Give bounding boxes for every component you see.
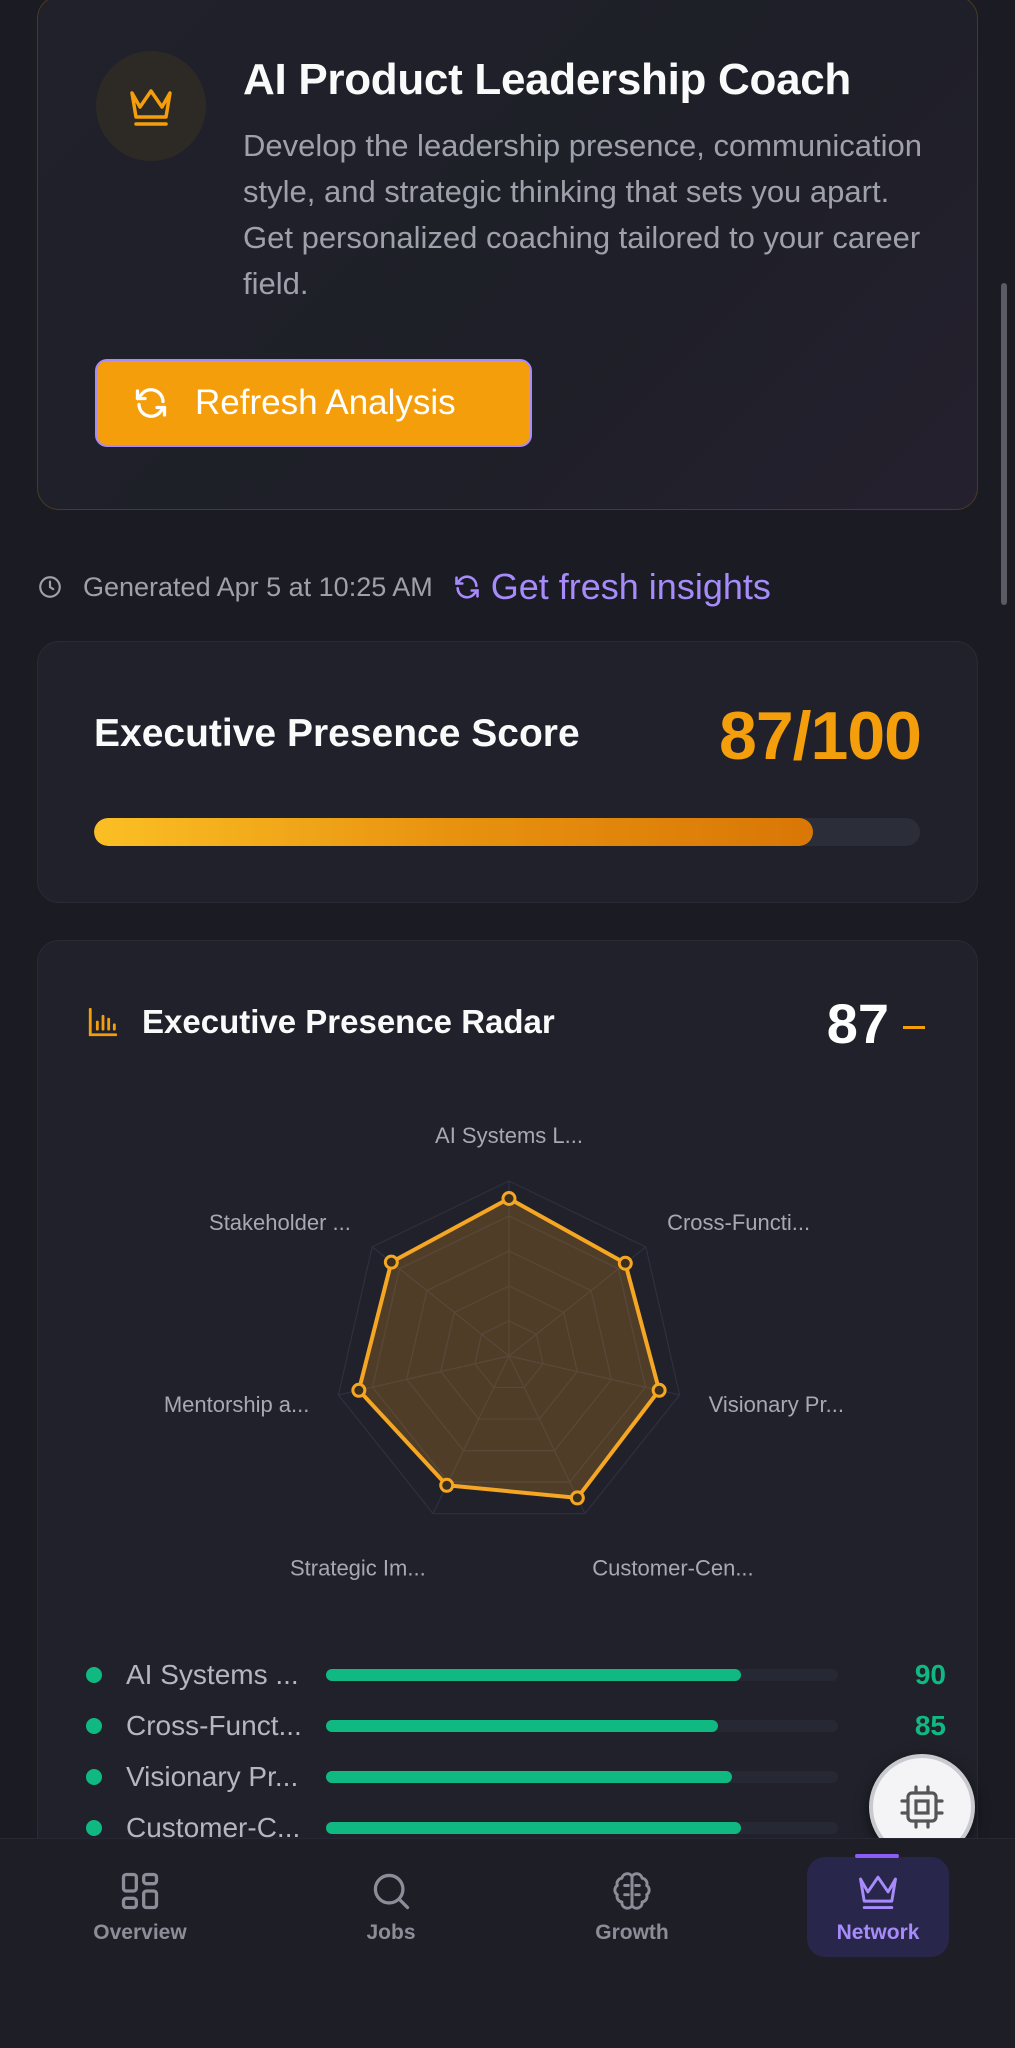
nav-growth-label: Growth (595, 1921, 669, 1944)
refresh-analysis-label: Refresh Analysis (195, 383, 456, 422)
radar-point (351, 1382, 367, 1398)
nav-growth[interactable]: Growth (562, 1857, 702, 1957)
radar-chart: AI Systems L... Cross-Functi... Visionary … (164, 1123, 844, 1581)
refresh-icon (135, 388, 167, 418)
skill-bar-track (326, 1668, 838, 1681)
status-dot (86, 1717, 102, 1734)
generated-timestamp: Generated Apr 5 at 10:25 AM (83, 571, 433, 602)
nav-jobs-label: Jobs (366, 1921, 416, 1944)
skill-row: AI Systems ... 90 (86, 1649, 946, 1700)
nav-network-label: Network (836, 1921, 920, 1944)
get-fresh-insights-link[interactable]: Get fresh insights (453, 566, 771, 608)
radar-axis-label: Cross-Functi... (667, 1210, 810, 1235)
radar-series-area (356, 1196, 662, 1500)
chip-icon (900, 1785, 944, 1829)
scrollbar[interactable] (1001, 283, 1007, 605)
skill-name: Visionary Pr... (126, 1760, 299, 1792)
status-dot (86, 1666, 102, 1683)
status-dot (86, 1819, 102, 1836)
skill-bar-track (326, 1719, 838, 1732)
skill-value: 90 (914, 1658, 946, 1690)
score-progress-bar (94, 818, 920, 846)
page-title: AI Product Leadership Coach (243, 55, 852, 104)
radar-point (383, 1254, 399, 1270)
hero-description: Develop the leadership presence, communi… (243, 128, 922, 301)
score-value: 87/100 (719, 698, 922, 774)
skill-name: AI Systems ... (126, 1658, 299, 1690)
skill-row: Cross-Funct... 85 (86, 1700, 946, 1751)
radar-point (501, 1191, 517, 1206)
nav-network[interactable]: Network (807, 1854, 949, 1957)
skill-bar-fill (326, 1668, 741, 1681)
nav-jobs[interactable]: Jobs (321, 1857, 461, 1957)
radar-axis-label: Customer-Cen... (592, 1556, 753, 1581)
skill-bar-fill (326, 1719, 718, 1732)
nav-overview[interactable]: Overview (70, 1857, 210, 1957)
refresh-analysis-button[interactable]: Refresh Analysis (95, 359, 532, 447)
get-fresh-insights-label: Get fresh insights (490, 566, 771, 607)
score-progress-fill (94, 818, 813, 846)
skill-value: 85 (914, 1709, 946, 1741)
skill-bar-track (326, 1821, 838, 1834)
radar-point (651, 1382, 667, 1398)
brain-icon (613, 1872, 651, 1910)
executive-presence-score-card: Executive Presence Score 87/100 (37, 641, 978, 903)
status-dot (86, 1768, 102, 1785)
skill-bar-fill (326, 1821, 741, 1834)
radar-axis-label: Mentorship a... (164, 1392, 310, 1417)
generated-meta: Generated Apr 5 at 10:25 AM Get fresh in… (37, 566, 771, 608)
grid-icon (121, 1872, 159, 1910)
radar-axis-label: Strategic Im... (290, 1556, 426, 1581)
skill-bar-fill (326, 1770, 732, 1783)
clock-icon (37, 574, 63, 600)
skill-bar-track (326, 1770, 838, 1783)
skill-name: Cross-Funct... (126, 1709, 302, 1741)
bottom-navigation: Overview Jobs Growth Network (0, 1838, 1015, 2048)
crown-icon (859, 1875, 897, 1910)
radar-point (617, 1255, 633, 1271)
hero-card: AI Product Leadership Coach Develop the … (37, 0, 978, 510)
radar-point (439, 1477, 455, 1493)
active-tab-indicator (855, 1854, 899, 1858)
radar-axis-label: AI Systems L... (435, 1123, 583, 1148)
crown-icon (96, 51, 206, 161)
search-icon (373, 1873, 410, 1910)
radar-axis-label: Stakeholder ... (209, 1210, 351, 1235)
nav-overview-label: Overview (93, 1921, 187, 1944)
radar-axis-label: Visionary Pr... (709, 1392, 844, 1417)
score-label: Executive Presence Score (94, 712, 580, 755)
radar-point (569, 1490, 585, 1506)
refresh-icon (454, 575, 479, 599)
skill-row: Visionary Pr... (86, 1751, 946, 1802)
skill-bars: AI Systems ... 90 Cross-Funct... 85 Visionar… (86, 1649, 946, 1853)
